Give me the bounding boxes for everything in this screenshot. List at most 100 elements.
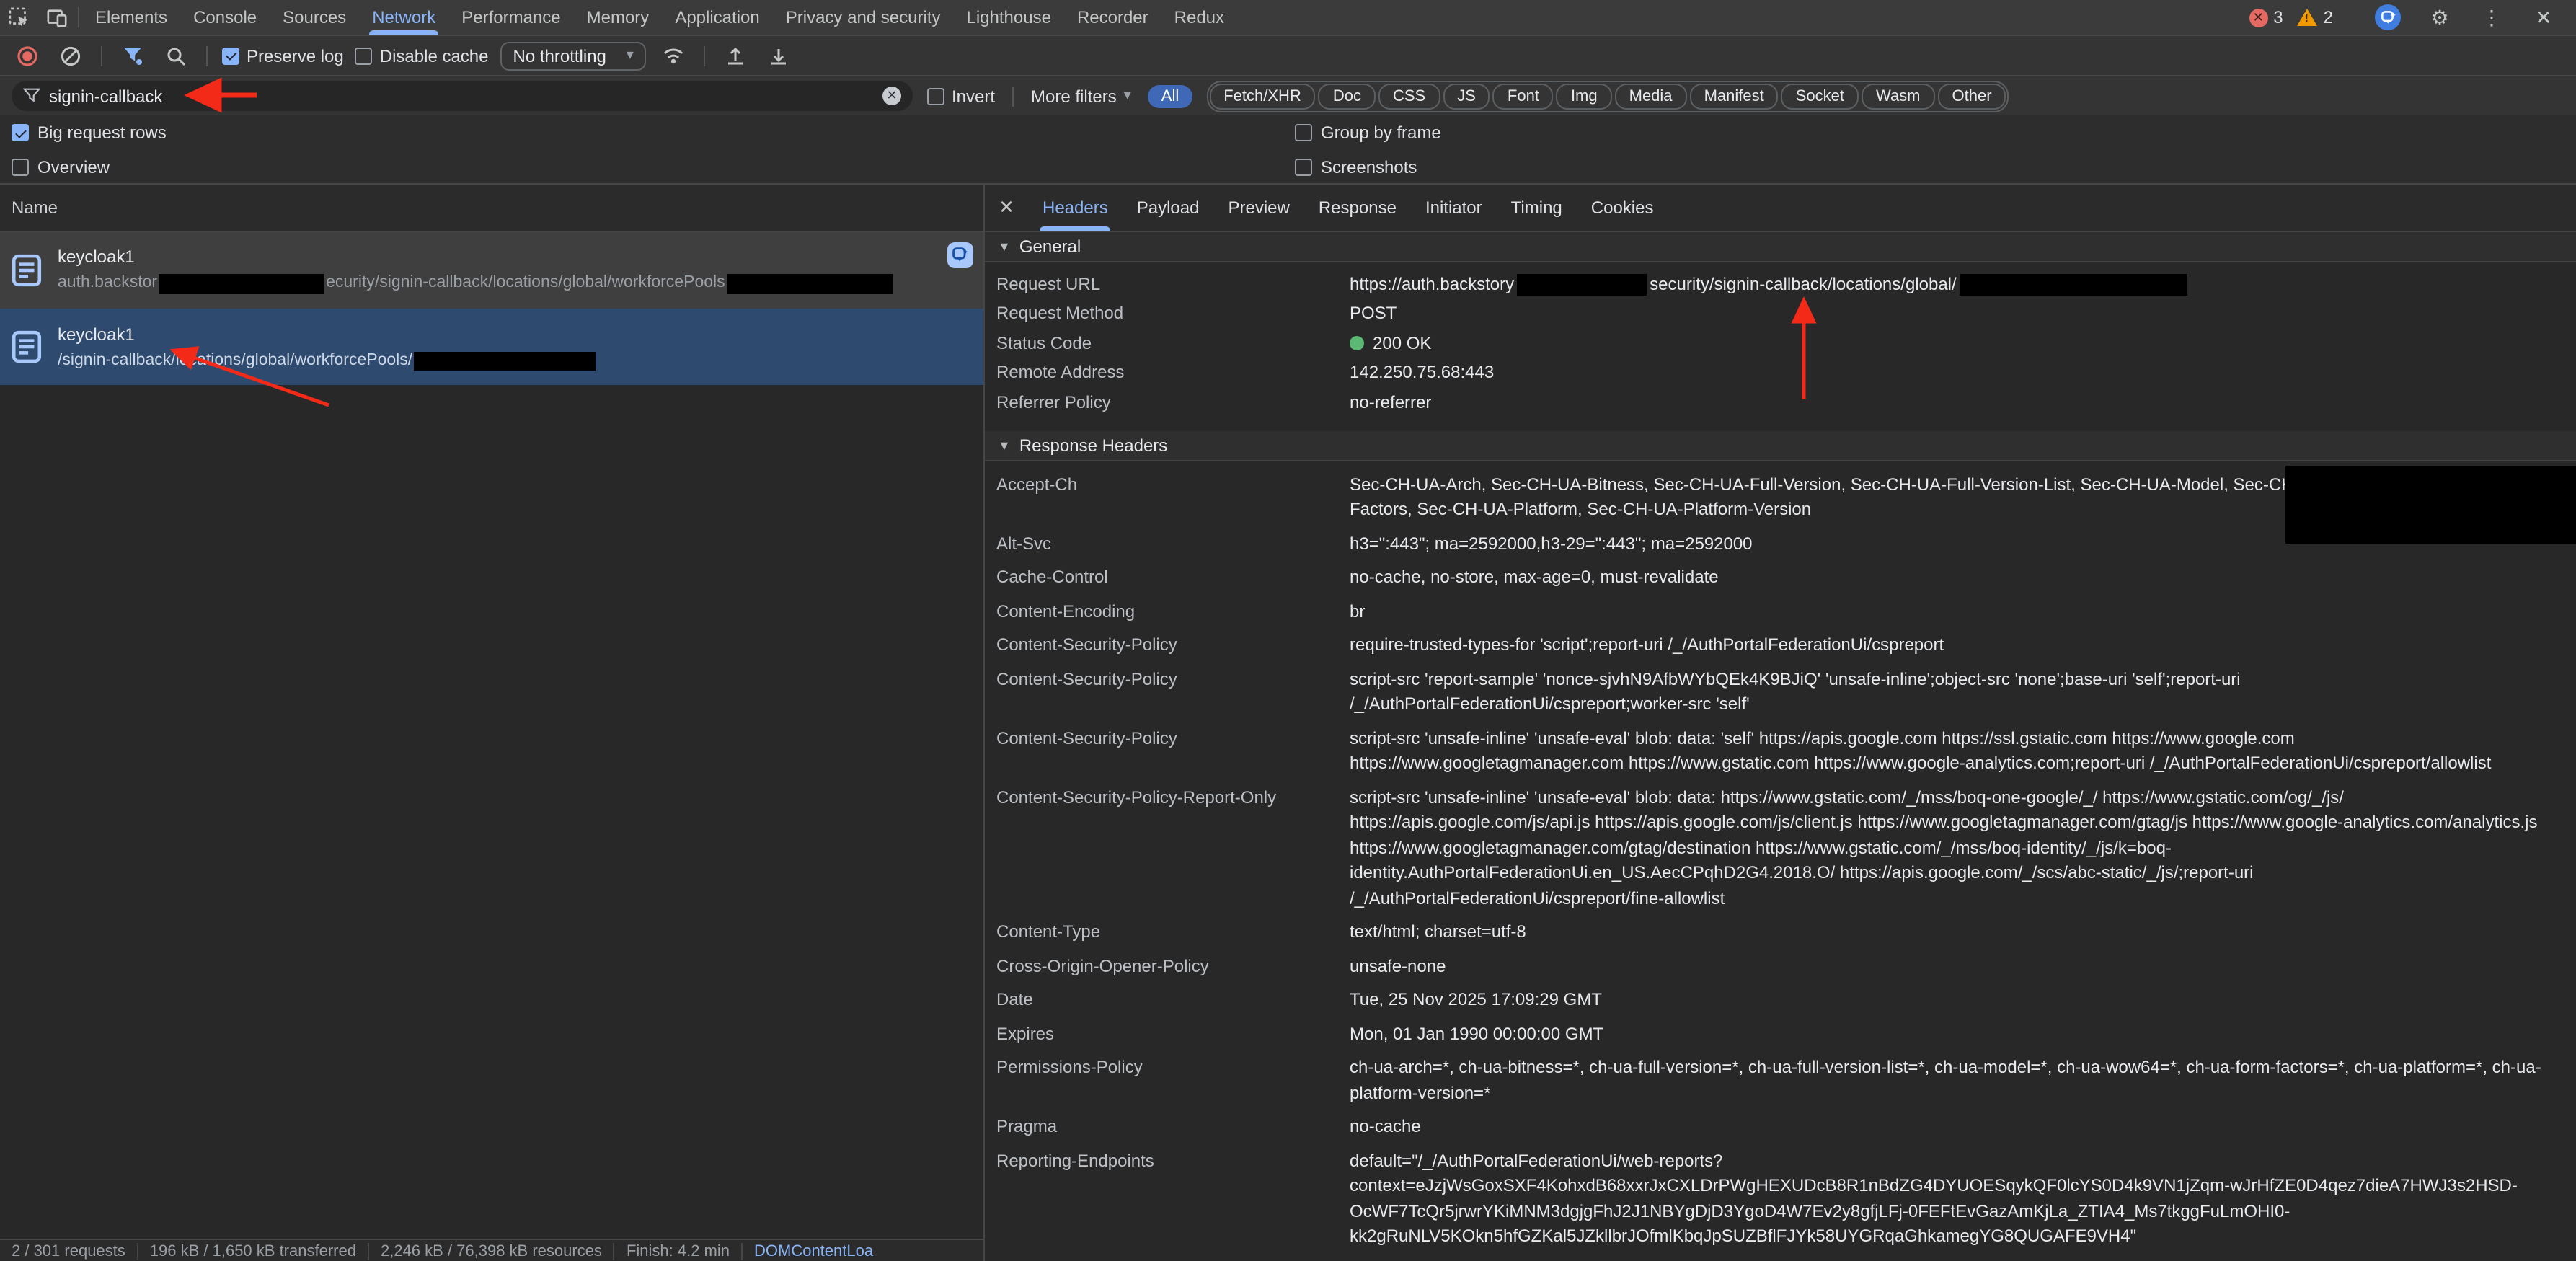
close-devtools-icon[interactable]: ✕: [2525, 7, 2562, 27]
warning-count: 2: [2324, 7, 2333, 27]
main-tab[interactable]: Console: [180, 0, 270, 35]
chevron-down-icon: ▾: [1124, 88, 1131, 104]
filter-chip[interactable]: CSS: [1378, 83, 1440, 109]
header-value: Mon, 01 Jan 1990 00:00:00 GMT: [1350, 1022, 2576, 1047]
main-tab[interactable]: Elements: [82, 0, 180, 35]
filter-chip[interactable]: Manifest: [1690, 83, 1779, 109]
overview-checkbox[interactable]: Overview: [12, 156, 1295, 177]
main-tab[interactable]: Application: [662, 0, 772, 35]
clear-network-log-icon[interactable]: [55, 40, 87, 71]
redaction-box: [1517, 273, 1647, 296]
error-badge[interactable]: ✕ 3: [2249, 7, 2283, 27]
error-count: 3: [2273, 7, 2283, 27]
main-tab[interactable]: Memory: [574, 0, 663, 35]
main-tab[interactable]: Network: [359, 0, 448, 35]
detail-tab[interactable]: Preview: [1213, 185, 1304, 231]
detail-tab[interactable]: Payload: [1123, 185, 1214, 231]
detail-tab[interactable]: Cookies: [1577, 185, 1668, 231]
screenshots-checkbox[interactable]: Screenshots: [1295, 156, 1417, 177]
filter-chip-label: Font: [1508, 87, 1539, 105]
filter-funnel-icon: [23, 88, 40, 104]
request-list-empty-area: [0, 570, 983, 1239]
header-row: Content-Security-Policy-Report-Only scri…: [985, 781, 2576, 916]
filter-icon[interactable]: [117, 40, 149, 71]
search-icon[interactable]: [160, 40, 192, 71]
document-icon: [12, 253, 43, 288]
filter-chip[interactable]: Socket: [1781, 83, 1859, 109]
name-column-header[interactable]: Name: [0, 185, 983, 232]
filter-input[interactable]: signin-callback ✕: [12, 81, 913, 111]
ai-assistant-button[interactable]: [947, 242, 973, 268]
detail-tab[interactable]: Response: [1304, 185, 1411, 231]
request-row-selected[interactable]: keycloak1 /signin-callback/locations/glo…: [0, 309, 983, 385]
import-har-icon[interactable]: [720, 40, 752, 71]
checkbox-icon: [355, 47, 373, 64]
close-detail-icon[interactable]: ✕: [985, 185, 1028, 231]
throttling-select[interactable]: No throttling ▾: [500, 41, 647, 70]
header-row: Server ESF: [985, 1254, 2576, 1261]
device-toolbar-icon[interactable]: [37, 0, 75, 35]
checkbox-icon: [1295, 124, 1312, 141]
detail-tab-label: Preview: [1228, 198, 1289, 218]
main-tab-label: Console: [193, 7, 257, 27]
general-section-header[interactable]: ▼ General: [985, 232, 2576, 262]
request-list-pane: Name keycloak1 auth.backstorecurity/sign…: [0, 185, 985, 1261]
filter-chip[interactable]: Img: [1557, 83, 1612, 109]
filter-chip[interactable]: Fetch/XHR: [1209, 83, 1316, 109]
disable-cache-checkbox[interactable]: Disable cache: [355, 45, 489, 66]
warning-badge[interactable]: 2: [2298, 7, 2333, 27]
checkbox-icon: [12, 158, 29, 175]
export-har-icon[interactable]: [763, 40, 795, 71]
detail-tab[interactable]: Headers: [1028, 185, 1123, 231]
filter-chip[interactable]: Other: [1938, 83, 2006, 109]
settings-gear-icon[interactable]: ⚙: [2421, 7, 2458, 27]
header-row: Request URL https://auth.backstorysecuri…: [985, 270, 2576, 299]
network-conditions-icon[interactable]: [658, 40, 690, 71]
main-tab[interactable]: Sources: [270, 0, 359, 35]
main-tab[interactable]: Privacy and security: [773, 0, 954, 35]
error-icon: ✕: [2249, 8, 2267, 27]
warning-icon: [2298, 9, 2318, 26]
header-row: Remote Address 142.250.75.68:443: [985, 358, 2576, 388]
main-tab[interactable]: Redux: [1161, 0, 1237, 35]
clear-filter-icon[interactable]: ✕: [882, 87, 901, 105]
main-tab-label: Application: [675, 7, 759, 27]
group-by-frame-checkbox[interactable]: Group by frame: [1295, 123, 1441, 143]
filter-chip-all[interactable]: All: [1148, 84, 1192, 107]
redaction-box: [727, 275, 893, 293]
detail-tab-label: Timing: [1511, 198, 1562, 218]
filter-chip[interactable]: Media: [1615, 83, 1687, 109]
filter-chip[interactable]: Doc: [1319, 83, 1376, 109]
detail-tab[interactable]: Initiator: [1411, 185, 1497, 231]
invert-checkbox[interactable]: Invert: [927, 86, 995, 106]
main-tab[interactable]: Performance: [448, 0, 573, 35]
header-row: Content-Security-Policy require-trusted-…: [985, 629, 2576, 663]
header-name: Content-Encoding: [996, 599, 1350, 624]
request-row[interactable]: keycloak1 auth.backstorecurity/signin-ca…: [0, 232, 983, 309]
status-segment: 196 kB / 1,650 kB transferred: [138, 1242, 369, 1260]
header-name: Cross-Origin-Opener-Policy: [996, 954, 1350, 979]
request-detail-pane: ✕ HeadersPayload Preview ResponseInitiator…: [985, 185, 2576, 1261]
filter-chip[interactable]: JS: [1443, 83, 1490, 109]
header-value: 142.250.75.68:443: [1350, 362, 2576, 384]
header-name: Permissions-Policy: [996, 1056, 1350, 1106]
main-tab[interactable]: Recorder: [1064, 0, 1161, 35]
big-request-rows-checkbox[interactable]: Big request rows: [12, 123, 1295, 143]
main-tab[interactable]: Lighthouse: [954, 0, 1064, 35]
filter-chip[interactable]: Wasm: [1862, 83, 1935, 109]
general-section-body: Request URL https://auth.backstorysecuri…: [985, 262, 2576, 430]
header-name: Referrer Policy: [996, 391, 1350, 414]
main-tab-label: Lighthouse: [967, 7, 1051, 27]
more-options-icon[interactable]: ⋮: [2473, 7, 2510, 27]
inspect-element-icon[interactable]: [0, 0, 37, 35]
response-headers-section-header[interactable]: ▼ Response Headers: [985, 430, 2576, 461]
more-filters-button[interactable]: More filters ▾: [1031, 86, 1131, 106]
ai-assistant-icon[interactable]: [2369, 4, 2407, 30]
preserve-log-checkbox[interactable]: Preserve log: [222, 45, 344, 66]
main-tab-label: Network: [372, 7, 435, 27]
header-value: 200 OK: [1350, 332, 2576, 355]
detail-tab[interactable]: Timing: [1497, 185, 1577, 231]
network-filter-bar: signin-callback ✕ Invert More filters ▾ …: [0, 76, 2576, 115]
filter-chip[interactable]: Font: [1493, 83, 1554, 109]
record-network-log-icon[interactable]: [12, 40, 43, 71]
